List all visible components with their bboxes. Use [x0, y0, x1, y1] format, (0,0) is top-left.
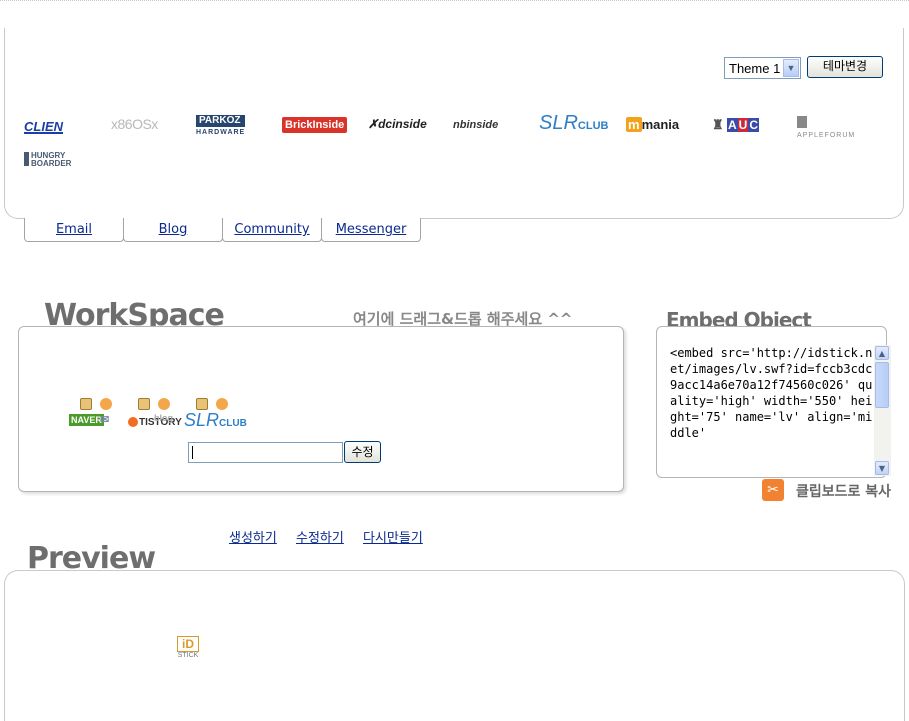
slrclub-workspace-logo-club: CLUB [219, 418, 247, 429]
rss-icon[interactable] [158, 398, 170, 410]
hungry-bar-icon [24, 152, 29, 166]
x86osx-logo[interactable]: x86OSx [111, 116, 158, 132]
package-icon[interactable] [80, 398, 92, 410]
brickinside-logo[interactable]: BrickInside [282, 117, 348, 133]
tab-email-label[interactable]: Email [56, 222, 92, 237]
mail-icon[interactable]: ✉ [100, 413, 109, 426]
apple-square-icon [797, 116, 807, 128]
embed-code-textarea[interactable]: <embed src='http://idstick.net/images/lv… [670, 345, 873, 475]
dcinside-logo[interactable]: ✗dcinside [368, 117, 427, 131]
clien-logo[interactable]: CLIEN [24, 120, 63, 134]
tab-community[interactable]: Community [222, 218, 322, 242]
parkoz-logo-main: PARKOZ [199, 115, 241, 126]
rss-icon[interactable] [216, 398, 228, 410]
package-icon[interactable] [138, 398, 150, 410]
auc-logo-c: C [748, 118, 760, 132]
hungryboarder-logo-text: HUNGRY BOARDER [31, 151, 72, 168]
scroll-up-icon[interactable]: ▲ [875, 346, 889, 360]
scroll-thumb[interactable] [875, 362, 889, 408]
preview-panel [4, 570, 905, 721]
chevron-down-icon[interactable]: ▼ [783, 59, 799, 77]
blog-icon[interactable]: blog [154, 413, 173, 423]
embed-scrollbar[interactable]: ▲ ▼ [874, 345, 891, 476]
scroll-down-icon[interactable]: ▼ [875, 461, 889, 475]
workspace-text-input[interactable] [188, 442, 343, 463]
remake-link[interactable]: 다시만들기 [363, 527, 423, 546]
auc-logo-a: A [727, 118, 738, 132]
slrclub-workspace-logo[interactable]: SLRCLUB [184, 410, 247, 431]
tab-community-label[interactable]: Community [234, 222, 309, 237]
slrclub-logo-club: CLUB [577, 120, 609, 132]
theme-select-value: Theme 1 [729, 61, 781, 76]
edit-link[interactable]: 수정하기 [296, 527, 344, 546]
tab-blog-label[interactable]: Blog [159, 222, 188, 237]
auc-person-icon: ♜ [712, 117, 724, 132]
slrclub-logo[interactable]: SLRCLUB [539, 112, 608, 135]
nbinside-logo[interactable]: nbinside [453, 119, 498, 131]
idstick-logo-text: STICK [177, 652, 199, 659]
hungryboarder-logo[interactable]: HUNGRY BOARDER [24, 152, 77, 168]
appleforum-logo-text: APPLEFORUM [797, 132, 856, 139]
slrclub-workspace-logo-text: SLR [184, 410, 220, 430]
mania-logo[interactable]: m mania [626, 117, 679, 132]
idstick-logo[interactable]: iD STICK [177, 636, 199, 660]
mania-logo-text: mania [641, 117, 680, 132]
tab-blog[interactable]: Blog [123, 218, 223, 242]
parkoz-logo[interactable]: PARKOZ HARDWARE [196, 115, 246, 138]
naver-logo[interactable]: NAVER [69, 414, 104, 426]
package-icon[interactable] [196, 398, 208, 410]
auc-logo[interactable]: ♜ AUC [712, 117, 760, 133]
tab-messenger-label[interactable]: Messenger [336, 222, 407, 237]
tistory-dot-icon [128, 417, 138, 428]
edit-button[interactable]: 수정 [344, 441, 381, 463]
change-theme-button[interactable]: 테마변경 [807, 56, 883, 78]
parkoz-logo-sub: HARDWARE [196, 127, 246, 138]
dcinside-logo-text: dcinside [378, 117, 427, 131]
create-link[interactable]: 생성하기 [229, 527, 277, 546]
rss-icon[interactable] [100, 398, 112, 410]
top-dotted-border [0, 0, 909, 3]
text-caret [192, 446, 193, 459]
scissors-icon[interactable]: ✂ [762, 479, 784, 501]
mania-logo-m: m [626, 117, 642, 132]
appleforum-logo[interactable]: APPLEFORUM [797, 116, 855, 140]
tab-messenger[interactable]: Messenger [321, 218, 421, 242]
theme-select[interactable]: Theme 1 ▼ [724, 57, 801, 79]
tab-email[interactable]: Email [24, 218, 124, 242]
idstick-logo-id: iD [177, 636, 199, 652]
auc-logo-u: U [737, 118, 749, 132]
copy-to-clipboard-link[interactable]: 클립보드로 복사 [796, 481, 891, 501]
slrclub-logo-text: SLR [539, 112, 578, 134]
